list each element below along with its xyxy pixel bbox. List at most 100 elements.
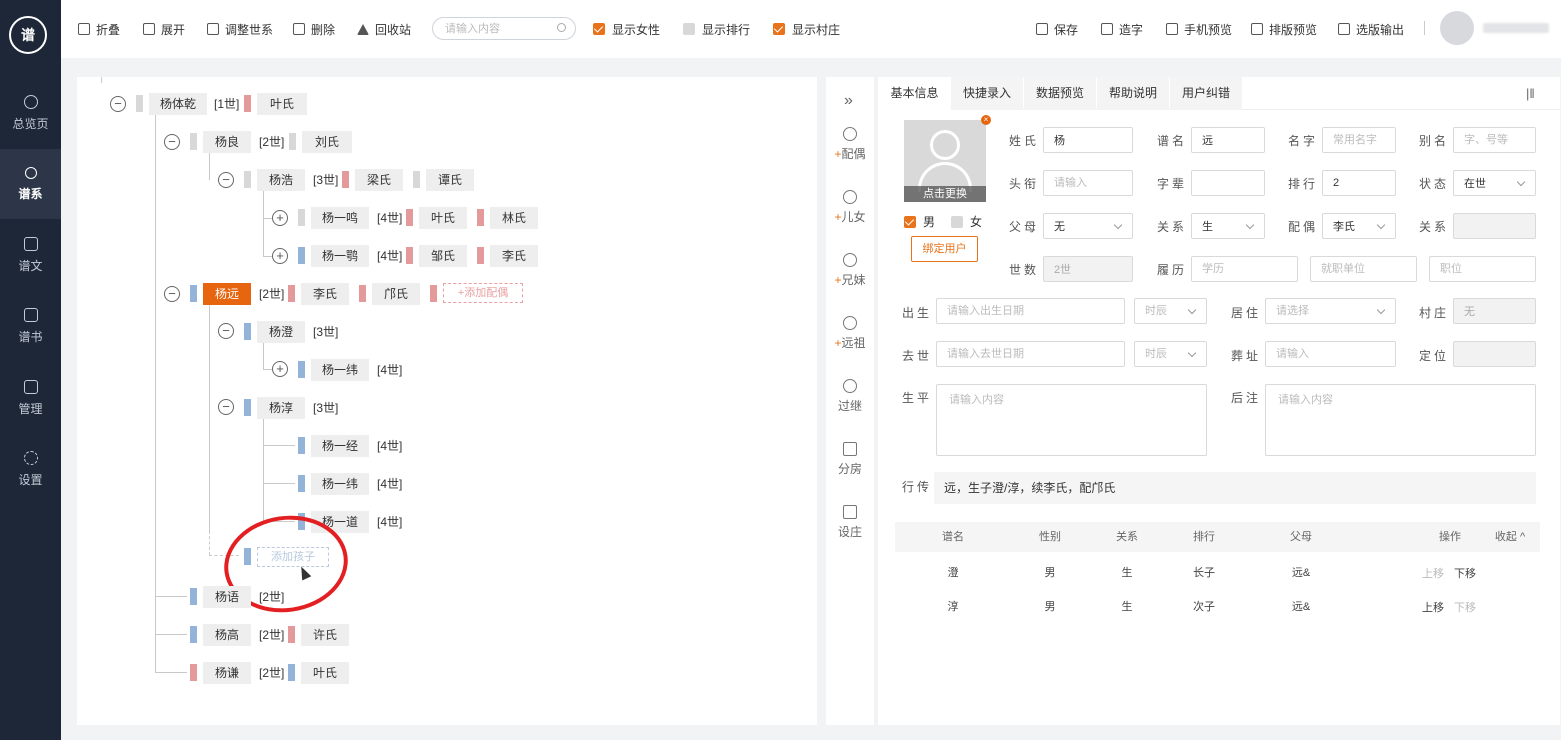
alias-input[interactable] <box>1453 127 1536 153</box>
birth-date-input[interactable] <box>936 298 1125 324</box>
show-female-checkbox[interactable]: 显示女性 <box>593 20 660 38</box>
birth-hour-select[interactable] <box>1134 298 1207 324</box>
collapse-toggle[interactable]: − <box>164 286 180 302</box>
bind-user-button[interactable]: 绑定用户 <box>911 236 978 262</box>
fold-button[interactable]: 折叠 <box>78 20 120 38</box>
residence-select[interactable] <box>1265 298 1396 324</box>
export-button[interactable]: 选版输出 <box>1338 20 1404 38</box>
spouse-name[interactable]: 邹氏 <box>419 245 467 267</box>
tab-quick-entry[interactable]: 快捷录入 <box>951 77 1023 110</box>
relation-select[interactable] <box>1191 213 1265 239</box>
show-rank-checkbox[interactable]: 显示排行 <box>683 20 750 38</box>
move-up-button[interactable]: 上移 <box>1418 599 1448 615</box>
education-input[interactable] <box>1191 256 1298 282</box>
spouse-name[interactable]: 许氏 <box>301 624 349 646</box>
zibei-input[interactable] <box>1191 170 1265 196</box>
spouse-name[interactable]: 梁氏 <box>355 169 403 191</box>
tree-node-name[interactable]: 杨高 <box>203 624 251 646</box>
title-input[interactable] <box>1043 170 1133 196</box>
death-date-input[interactable] <box>936 341 1125 367</box>
tab-help[interactable]: 帮助说明 <box>1097 77 1169 110</box>
collapse-table-toggle[interactable]: 收起 ^ <box>1485 522 1535 552</box>
tree-node-name[interactable]: 杨语 <box>203 586 251 608</box>
tree-node-name[interactable]: 杨谦 <box>203 662 251 684</box>
spouse-name[interactable]: 刘氏 <box>302 131 352 153</box>
delete-button[interactable]: 删除 <box>293 20 335 38</box>
expand-toggle[interactable]: + <box>272 248 288 264</box>
spouse-name[interactable]: 叶氏 <box>419 207 467 229</box>
panel-collapse-icon[interactable]: |‖ <box>1526 86 1535 101</box>
spouse-name[interactable]: 李氏 <box>490 245 538 267</box>
move-up-button[interactable]: 上移 <box>1418 565 1448 581</box>
tab-data-preview[interactable]: 数据预览 <box>1024 77 1096 110</box>
add-child-action[interactable]: +儿女 <box>826 190 874 225</box>
move-down-button[interactable]: 下移 <box>1450 599 1480 615</box>
tree-node-name[interactable]: 杨淳 <box>257 397 305 419</box>
employer-input[interactable] <box>1310 256 1417 282</box>
search-input[interactable] <box>432 17 576 40</box>
make-char-button[interactable]: 造字 <box>1101 20 1143 38</box>
spouse-name[interactable]: 李氏 <box>301 283 349 305</box>
pu-name-input[interactable] <box>1191 127 1265 153</box>
tree-node-name[interactable]: 杨一纬 <box>311 473 369 495</box>
adjust-lineage-button[interactable]: 调整世系 <box>207 20 273 38</box>
nav-documents[interactable]: 谱文 <box>0 220 61 290</box>
surname-input[interactable] <box>1043 127 1133 153</box>
tree-node-name[interactable]: 杨良 <box>203 131 251 153</box>
add-sibling-action[interactable]: +兄妹 <box>826 253 874 288</box>
nav-overview[interactable]: 总览页 <box>0 78 61 148</box>
collapse-toggle[interactable]: − <box>218 323 234 339</box>
given-name-input[interactable] <box>1322 127 1396 153</box>
nav-settings[interactable]: 设置 <box>0 434 61 504</box>
mobile-preview-button[interactable]: 手机预览 <box>1166 20 1232 38</box>
collapse-toggle[interactable]: − <box>218 399 234 415</box>
add-spouse-action[interactable]: +配偶 <box>826 127 874 162</box>
recycle-bin-button[interactable]: 回收站 <box>357 20 411 38</box>
set-village-action[interactable]: 设庄 <box>826 505 874 540</box>
spouse-name[interactable]: 林氏 <box>490 207 538 229</box>
expand-toggle[interactable]: + <box>272 210 288 226</box>
tree-node-name[interactable]: 杨体乾 <box>149 93 207 115</box>
collapse-toggle[interactable]: − <box>110 96 126 112</box>
spouse-name[interactable]: 邝氏 <box>372 283 420 305</box>
add-spouse-button[interactable]: +添加配偶 <box>443 283 523 303</box>
expand-toggle[interactable]: + <box>272 361 288 377</box>
notes-textarea[interactable] <box>1265 384 1536 456</box>
spouse-select[interactable] <box>1322 213 1396 239</box>
expand-button[interactable]: 展开 <box>143 20 185 38</box>
branch-house-action[interactable]: 分房 <box>826 442 874 477</box>
death-hour-select[interactable] <box>1134 341 1207 367</box>
add-ancestor-action[interactable]: +远祖 <box>826 316 874 351</box>
nav-genealogy[interactable]: 谱系 <box>0 149 61 219</box>
spouse-name[interactable]: 叶氏 <box>301 662 349 684</box>
avatar-photo[interactable]: 点击更换 <box>904 120 986 202</box>
adoption-action[interactable]: 过继 <box>826 379 874 414</box>
collapse-toggle[interactable]: − <box>164 134 180 150</box>
change-photo-label[interactable]: 点击更换 <box>904 186 986 202</box>
burial-input[interactable] <box>1265 341 1396 367</box>
tab-user-correction[interactable]: 用户纠错 <box>1170 77 1242 110</box>
tree-node-name[interactable]: 杨一鹗 <box>311 245 369 267</box>
tree-node-name[interactable]: 杨浩 <box>257 169 305 191</box>
selected-tree-node[interactable]: 杨远 <box>203 283 251 305</box>
nav-manage[interactable]: 管理 <box>0 363 61 433</box>
life-textarea[interactable] <box>936 384 1207 456</box>
layout-preview-button[interactable]: 排版预览 <box>1251 20 1317 38</box>
tree-node-name[interactable]: 杨一纬 <box>311 359 369 381</box>
gender-male-checkbox[interactable]: 男 <box>904 213 935 230</box>
spouse-name[interactable]: 叶氏 <box>257 93 307 115</box>
collapse-toggle[interactable]: − <box>218 172 234 188</box>
remove-photo-icon[interactable]: × <box>981 115 991 125</box>
nav-book[interactable]: 谱书 <box>0 291 61 361</box>
save-button[interactable]: 保存 <box>1036 20 1078 38</box>
position-input[interactable] <box>1429 256 1536 282</box>
spouse-name[interactable]: 谭氏 <box>426 169 474 191</box>
tree-node-name[interactable]: 杨澄 <box>257 321 305 343</box>
move-down-button[interactable]: 下移 <box>1450 565 1480 581</box>
tab-basic-info[interactable]: 基本信息 <box>878 77 951 110</box>
user-avatar[interactable] <box>1440 11 1474 45</box>
gender-female-checkbox[interactable]: 女 <box>951 213 982 230</box>
tree-node-name[interactable]: 杨一鸣 <box>311 207 369 229</box>
search-icon[interactable] <box>557 23 566 32</box>
show-village-checkbox[interactable]: 显示村庄 <box>773 20 840 38</box>
